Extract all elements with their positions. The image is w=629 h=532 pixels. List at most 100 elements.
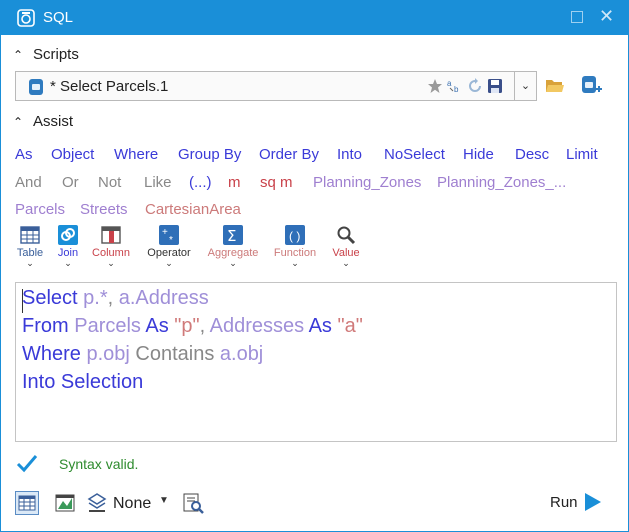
column-tool-button[interactable]: Column ⌄: [91, 225, 131, 268]
assist-keyword-limit[interactable]: Limit: [566, 146, 598, 163]
chevron-down-icon: ⌄: [291, 258, 299, 268]
operator-contains: Contains: [135, 343, 215, 365]
table-icon: [20, 226, 40, 244]
refresh-icon[interactable]: [467, 78, 483, 94]
string-literal: "p": [168, 315, 200, 337]
collapse-caret-icon[interactable]: ⌃: [13, 48, 33, 62]
identifier: Addresses: [209, 315, 309, 337]
assist-operator-and[interactable]: And: [15, 174, 42, 191]
selection-style-icon[interactable]: [85, 491, 109, 515]
assist-keyword-object[interactable]: Object: [51, 146, 94, 163]
keyword-into-selection: Into Selection: [22, 371, 144, 393]
syntax-status: Syntax valid.: [59, 456, 139, 472]
keyword-as: As: [308, 315, 332, 337]
close-icon[interactable]: ✕: [599, 6, 614, 26]
window-title: SQL: [43, 9, 74, 26]
value-tool-button[interactable]: Value ⌄: [329, 225, 363, 268]
script-selector[interactable]: * Select Parcels.1 a b: [15, 71, 515, 101]
function-icon: ( ): [285, 225, 305, 245]
assist-keyword-where[interactable]: Where: [114, 146, 158, 163]
query-plan-icon[interactable]: [181, 491, 205, 515]
join-icon: [58, 225, 78, 245]
assist-table-planning-zones-more[interactable]: Planning_Zones_...: [437, 174, 566, 191]
join-tool-button[interactable]: Join ⌄: [54, 225, 82, 268]
svg-text:*: *: [169, 235, 173, 245]
assist-parentheses[interactable]: (...): [189, 174, 212, 191]
identifier: Parcels: [68, 315, 146, 337]
sigma-icon: Σ: [223, 225, 243, 245]
restore-icon[interactable]: [571, 11, 583, 23]
scripts-section-header[interactable]: ⌃ Scripts: [13, 46, 79, 63]
favorite-star-icon[interactable]: [427, 78, 443, 94]
assist-function-cartesianarea[interactable]: CartesianArea: [145, 201, 241, 218]
sql-window: SQL ✕ ⌃ Scripts * Select Parcels.1 a b ⌄…: [0, 0, 629, 532]
assist-operator-or[interactable]: Or: [62, 174, 79, 191]
identifier: p.*: [77, 287, 108, 309]
chevron-down-icon: ⌄: [229, 258, 237, 268]
chevron-down-icon: ⌄: [107, 258, 115, 268]
assist-keyword-noselect[interactable]: NoSelect: [384, 146, 445, 163]
table-view-icon[interactable]: [15, 491, 39, 515]
assist-keyword-hide[interactable]: Hide: [463, 146, 494, 163]
chevron-down-icon: ⌄: [64, 258, 72, 268]
sql-editor[interactable]: Select p.*, a.Address From Parcels As "p…: [15, 282, 617, 442]
svg-text:( ): ( ): [289, 229, 300, 243]
collapse-caret-icon[interactable]: ⌃: [13, 115, 33, 129]
new-script-icon[interactable]: [579, 73, 603, 97]
dropdown-caret-icon[interactable]: ▼: [159, 495, 169, 506]
editor-line-1: Select p.*, a.Address: [22, 287, 209, 310]
chevron-down-icon: ⌄: [342, 258, 350, 268]
checkmark-icon: [16, 455, 38, 473]
sql-app-icon: [17, 9, 35, 27]
editor-line-2: From Parcels As "p", Addresses As "a": [22, 315, 363, 338]
punctuation: ,: [199, 315, 210, 337]
svg-text:+: +: [162, 227, 168, 238]
assist-keyword-group-by[interactable]: Group By: [178, 146, 241, 163]
assist-keyword-order-by[interactable]: Order By: [259, 146, 319, 163]
table-tool-button[interactable]: Table ⌄: [15, 225, 45, 268]
save-icon[interactable]: [487, 78, 503, 94]
editor-line-4: Into Selection: [22, 371, 143, 394]
svg-text:a: a: [447, 79, 452, 88]
assist-table-streets[interactable]: Streets: [80, 201, 128, 218]
assist-operator-like[interactable]: Like: [144, 174, 172, 191]
rename-icon[interactable]: a b: [447, 78, 463, 94]
keyword-select: Select: [22, 287, 78, 309]
assist-keyword-as[interactable]: As: [15, 146, 33, 163]
play-icon[interactable]: [584, 492, 602, 512]
assist-table-parcels[interactable]: Parcels: [15, 201, 65, 218]
operator-tool-button[interactable]: + * Operator ⌄: [144, 225, 194, 268]
assist-keyword-desc[interactable]: Desc: [515, 146, 549, 163]
assist-keyword-into[interactable]: Into: [337, 146, 362, 163]
assist-section-header[interactable]: ⌃ Assist: [13, 113, 73, 130]
chevron-down-icon: ⌄: [26, 258, 34, 268]
string-literal: "a": [331, 315, 363, 337]
aggregate-tool-button[interactable]: Σ Aggregate ⌄: [205, 225, 261, 268]
script-name: * Select Parcels.1: [50, 78, 169, 95]
editor-line-3: Where p.obj Contains a.obj: [22, 343, 263, 366]
punctuation: ,: [107, 287, 119, 309]
svg-text:b: b: [454, 85, 459, 94]
keyword-from: From: [22, 315, 69, 337]
assist-unit-sq-m[interactable]: sq m: [260, 174, 293, 191]
assist-table-planning-zones[interactable]: Planning_Zones: [313, 174, 421, 191]
assist-header-label: Assist: [33, 113, 74, 130]
svg-text:Σ: Σ: [227, 227, 236, 245]
keyword-as: As: [145, 315, 169, 337]
function-tool-button[interactable]: ( ) Function ⌄: [272, 225, 318, 268]
run-label[interactable]: Run: [550, 494, 578, 511]
identifier: p.obj: [80, 343, 136, 365]
magnifier-icon: [337, 226, 356, 245]
chevron-down-icon: ⌄: [165, 258, 173, 268]
database-icon: [29, 79, 43, 95]
selection-mode-value[interactable]: None: [113, 495, 151, 513]
assist-operator-not[interactable]: Not: [98, 174, 121, 191]
title-bar: SQL ✕: [1, 1, 628, 35]
map-view-icon[interactable]: [53, 491, 77, 515]
script-dropdown-button[interactable]: ⌄: [514, 71, 537, 101]
assist-unit-m[interactable]: m: [228, 174, 241, 191]
operator-icon: + *: [159, 225, 179, 245]
open-folder-icon[interactable]: [545, 75, 565, 95]
column-icon: [101, 226, 121, 244]
keyword-where: Where: [22, 343, 81, 365]
